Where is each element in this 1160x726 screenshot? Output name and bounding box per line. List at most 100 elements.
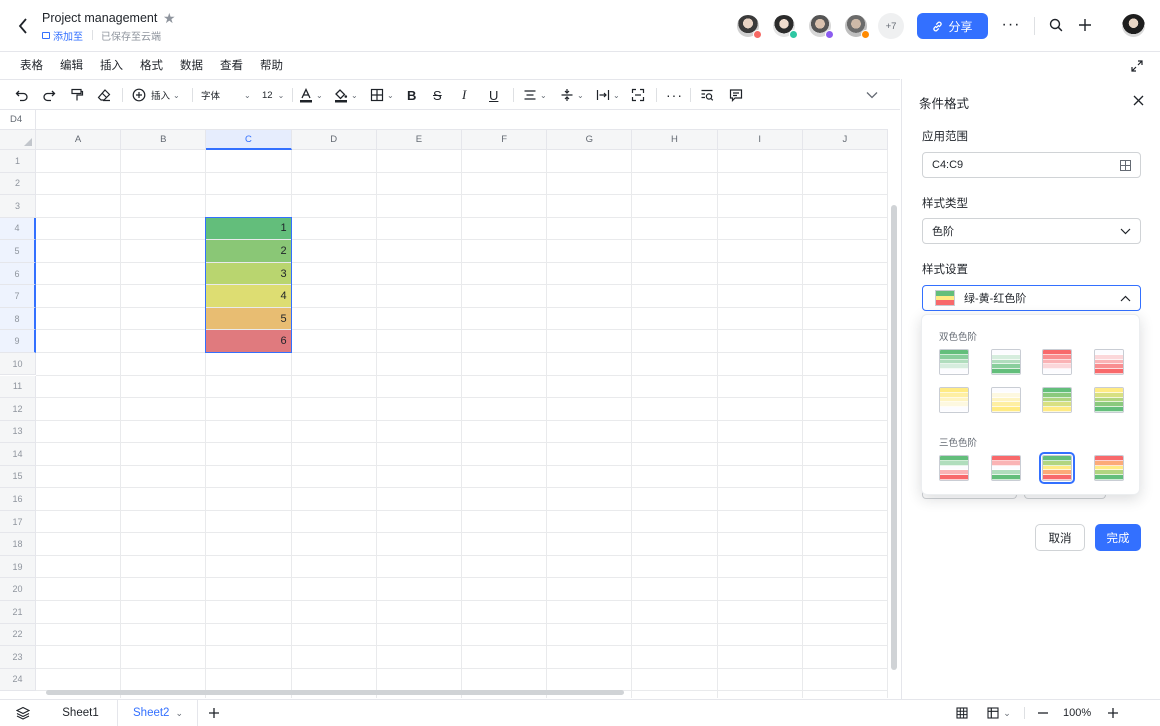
row-header-6[interactable]: 6 xyxy=(0,262,36,286)
horizontal-align-button[interactable]: ⌄ xyxy=(523,86,547,104)
menu-table[interactable]: 表格 xyxy=(20,57,43,73)
row-header-1[interactable]: 1 xyxy=(0,150,36,173)
row-header-17[interactable]: 17 xyxy=(0,510,36,534)
column-header-j[interactable]: J xyxy=(802,130,888,150)
color-scale-option[interactable] xyxy=(991,455,1021,481)
color-scale-option[interactable] xyxy=(1094,455,1124,481)
merge-cells-icon[interactable] xyxy=(631,86,645,104)
column-header-a[interactable]: A xyxy=(36,130,122,150)
undo-icon[interactable] xyxy=(15,86,29,104)
row-header-10[interactable]: 10 xyxy=(0,352,36,376)
row-header-19[interactable]: 19 xyxy=(0,555,36,579)
menu-data[interactable]: 数据 xyxy=(180,57,203,73)
row-header-21[interactable]: 21 xyxy=(0,601,36,624)
sheets-list-icon[interactable] xyxy=(14,705,32,721)
color-scale-option[interactable] xyxy=(991,349,1021,375)
more-collaborators-badge[interactable]: +7 xyxy=(878,13,904,39)
name-box[interactable]: D4 xyxy=(0,110,36,130)
color-scale-option[interactable] xyxy=(939,387,969,413)
range-input[interactable]: C4:C9 xyxy=(922,152,1141,178)
grid-view-icon[interactable] xyxy=(954,705,970,721)
column-header-c[interactable]: C xyxy=(206,130,292,150)
close-icon[interactable] xyxy=(1130,92,1146,108)
zoom-out-icon[interactable] xyxy=(1035,705,1051,721)
font-size-select[interactable]: 12 ⌄ xyxy=(262,86,284,104)
back-arrow-icon[interactable] xyxy=(12,14,34,38)
row-header-9[interactable]: 9 xyxy=(0,330,36,353)
document-title[interactable]: Project management xyxy=(42,11,157,25)
fill-color-button[interactable]: ⌄ xyxy=(334,86,358,104)
menu-insert[interactable]: 插入 xyxy=(100,57,123,73)
menu-edit[interactable]: 编辑 xyxy=(60,57,83,73)
color-scale-option[interactable] xyxy=(991,387,1021,413)
row-header-24[interactable]: 24 xyxy=(0,668,36,692)
current-user-avatar[interactable] xyxy=(1120,12,1147,39)
row-header-13[interactable]: 13 xyxy=(0,420,36,444)
freeze-panes-button[interactable]: ⌄ xyxy=(984,705,1014,721)
sheet-tab-sheet2[interactable]: Sheet2 ⌄ xyxy=(119,700,198,726)
column-header-f[interactable]: F xyxy=(462,130,548,150)
plus-icon[interactable] xyxy=(1075,15,1095,35)
horizontal-scrollbar[interactable] xyxy=(46,690,624,695)
star-icon[interactable]: ★ xyxy=(163,10,176,27)
zoom-in-icon[interactable] xyxy=(1105,705,1121,721)
menu-view[interactable]: 查看 xyxy=(220,57,243,73)
column-header-h[interactable]: H xyxy=(632,130,718,150)
column-header-i[interactable]: I xyxy=(717,130,803,150)
row-header-2[interactable]: 2 xyxy=(0,172,36,196)
find-icon[interactable] xyxy=(700,86,714,104)
row-header-20[interactable]: 20 xyxy=(0,578,36,601)
color-scale-option[interactable] xyxy=(939,349,969,375)
color-scale-select[interactable]: 绿-黄-红色阶 xyxy=(922,285,1141,311)
column-header-e[interactable]: E xyxy=(376,130,462,150)
row-header-12[interactable]: 12 xyxy=(0,398,36,421)
more-options-icon[interactable]: ··· xyxy=(1000,14,1022,36)
search-icon[interactable] xyxy=(1046,15,1066,35)
row-header-3[interactable]: 3 xyxy=(0,195,36,218)
spreadsheet-grid[interactable]: ABCDEFGHIJ 1 2 3 4 5 6 7 8 9 10 11 12 13 14 15 16 17 18 19… xyxy=(0,130,888,698)
collapse-toolbar-icon[interactable] xyxy=(866,86,878,104)
row-header-18[interactable]: 18 xyxy=(0,533,36,556)
menu-help[interactable]: 帮助 xyxy=(260,57,283,73)
color-scale-option[interactable] xyxy=(1042,387,1072,413)
row-header-4[interactable]: 4 xyxy=(0,217,36,241)
add-to-folder-link[interactable]: 添加至 xyxy=(42,28,83,43)
done-button[interactable]: 完成 xyxy=(1095,524,1141,551)
insert-dropdown[interactable]: 插入 ⌄ xyxy=(132,86,180,104)
color-scale-option[interactable] xyxy=(1094,387,1124,413)
text-wrap-button[interactable]: ⌄ xyxy=(596,86,620,104)
column-header-g[interactable]: G xyxy=(547,130,633,150)
select-all-corner[interactable] xyxy=(0,130,36,150)
style-type-select[interactable]: 色阶 xyxy=(922,218,1141,244)
menu-format[interactable]: 格式 xyxy=(140,57,163,73)
vertical-align-button[interactable]: ⌄ xyxy=(560,86,584,104)
row-header-14[interactable]: 14 xyxy=(0,443,36,466)
row-header-8[interactable]: 8 xyxy=(0,307,36,331)
color-scale-option[interactable] xyxy=(1042,349,1072,375)
formula-bar[interactable] xyxy=(36,110,888,130)
select-range-icon[interactable] xyxy=(1120,159,1131,171)
row-header-5[interactable]: 5 xyxy=(0,240,36,263)
strikethrough-icon[interactable]: S xyxy=(433,86,442,104)
font-family-select[interactable]: 字体 ⌄ xyxy=(201,86,256,104)
row-header-7[interactable]: 7 xyxy=(0,285,36,308)
cancel-button[interactable]: 取消 xyxy=(1035,524,1085,551)
row-header-11[interactable]: 11 xyxy=(0,375,36,399)
font-color-button[interactable]: ⌄ xyxy=(299,86,323,104)
row-header-15[interactable]: 15 xyxy=(0,465,36,489)
comment-icon[interactable] xyxy=(729,86,743,104)
zoom-level[interactable]: 100% xyxy=(1063,707,1091,719)
bold-icon[interactable]: B xyxy=(407,86,416,104)
redo-icon[interactable] xyxy=(42,86,56,104)
format-painter-icon[interactable] xyxy=(70,86,84,104)
fullscreen-icon[interactable] xyxy=(1129,58,1145,74)
vertical-scrollbar[interactable] xyxy=(891,205,897,670)
column-header-d[interactable]: D xyxy=(291,130,377,150)
toolbar-more-icon[interactable]: ··· xyxy=(666,86,683,104)
color-scale-option[interactable] xyxy=(1094,349,1124,375)
border-button[interactable]: ⌄ xyxy=(370,86,394,104)
column-header-b[interactable]: B xyxy=(121,130,207,150)
sheet-tab-sheet1[interactable]: Sheet1 xyxy=(44,700,118,726)
color-scale-option[interactable] xyxy=(939,455,969,481)
underline-icon[interactable]: U xyxy=(489,86,498,104)
